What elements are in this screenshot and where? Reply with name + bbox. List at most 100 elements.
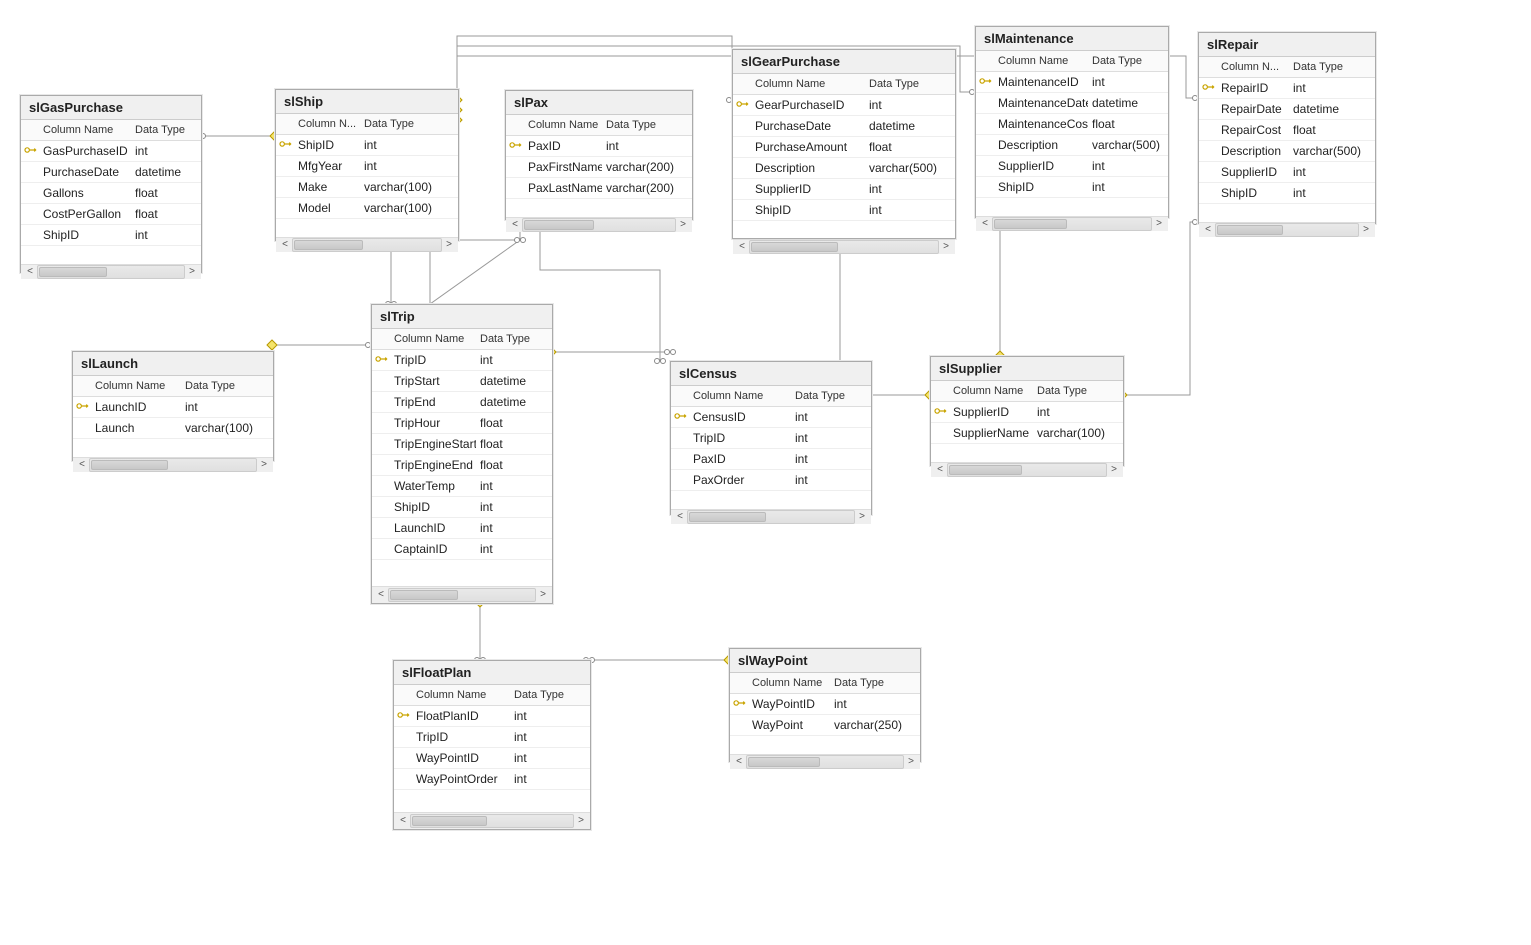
column-row[interactable]: ShipIDint (1199, 183, 1375, 204)
entity-title[interactable]: slSupplier (931, 357, 1123, 381)
column-row[interactable]: MaintenanceCostfloat (976, 114, 1168, 135)
scroll-left-icon[interactable]: < (23, 266, 37, 278)
column-row[interactable]: GearPurchaseIDint (733, 95, 955, 116)
scroll-thumb[interactable] (294, 240, 363, 250)
scroll-thumb[interactable] (390, 590, 458, 600)
scroll-right-icon[interactable]: > (442, 239, 456, 251)
column-row[interactable]: ShipIDint (976, 177, 1168, 198)
entity-title[interactable]: slShip (276, 90, 458, 114)
scroll-left-icon[interactable]: < (735, 241, 749, 253)
scroll-right-icon[interactable]: > (574, 815, 588, 827)
scroll-track[interactable] (522, 218, 676, 232)
column-row[interactable]: MaintenanceDatedatetime (976, 93, 1168, 114)
horizontal-scrollbar[interactable]: <> (394, 812, 590, 829)
entity-pax[interactable]: slPaxColumn NameData TypePaxIDintPaxFirs… (505, 90, 693, 220)
column-row[interactable]: Descriptionvarchar(500) (1199, 141, 1375, 162)
column-row[interactable]: ShipIDint (733, 200, 955, 221)
column-row[interactable]: PaxLastNamevarchar(200) (506, 178, 692, 199)
scroll-right-icon[interactable]: > (904, 756, 918, 768)
column-row[interactable]: WaterTempint (372, 476, 552, 497)
entity-gasPurchase[interactable]: slGasPurchaseColumn NameData TypeGasPurc… (20, 95, 202, 273)
scroll-track[interactable] (749, 240, 939, 254)
column-row[interactable]: TripIDint (394, 727, 590, 748)
entity-title[interactable]: slPax (506, 91, 692, 115)
scroll-thumb[interactable] (994, 219, 1067, 229)
column-row[interactable]: PurchaseAmountfloat (733, 137, 955, 158)
scroll-thumb[interactable] (689, 512, 766, 522)
column-row[interactable]: SupplierIDint (1199, 162, 1375, 183)
scroll-track[interactable] (1215, 223, 1359, 237)
scroll-right-icon[interactable]: > (1359, 224, 1373, 236)
column-row[interactable]: PaxOrderint (671, 470, 871, 491)
scroll-right-icon[interactable]: > (939, 241, 953, 253)
horizontal-scrollbar[interactable]: <> (976, 216, 1168, 231)
entity-supplier[interactable]: slSupplierColumn NameData TypeSupplierID… (930, 356, 1124, 466)
scroll-right-icon[interactable]: > (536, 589, 550, 601)
column-row[interactable]: PurchaseDatedatetime (733, 116, 955, 137)
scroll-track[interactable] (292, 238, 442, 252)
column-row[interactable]: SupplierIDint (931, 402, 1123, 423)
column-row[interactable]: Modelvarchar(100) (276, 198, 458, 219)
entity-gearPurchase[interactable]: slGearPurchaseColumn NameData TypeGearPu… (732, 49, 956, 239)
scroll-left-icon[interactable]: < (673, 511, 687, 523)
column-row[interactable]: CensusIDint (671, 407, 871, 428)
column-row[interactable]: LaunchIDint (73, 397, 273, 418)
entity-title[interactable]: slTrip (372, 305, 552, 329)
column-row[interactable]: PurchaseDatedatetime (21, 162, 201, 183)
column-row[interactable]: SupplierNamevarchar(100) (931, 423, 1123, 444)
scroll-thumb[interactable] (1217, 225, 1283, 235)
entity-title[interactable]: slLaunch (73, 352, 273, 376)
column-row[interactable]: ShipIDint (21, 225, 201, 246)
column-row[interactable]: MaintenanceIDint (976, 72, 1168, 93)
column-row[interactable]: TripEnddatetime (372, 392, 552, 413)
column-row[interactable]: PaxIDint (506, 136, 692, 157)
scroll-thumb[interactable] (524, 220, 594, 230)
scroll-left-icon[interactable]: < (396, 815, 410, 827)
entity-title[interactable]: slMaintenance (976, 27, 1168, 51)
horizontal-scrollbar[interactable]: <> (671, 509, 871, 524)
entity-title[interactable]: slCensus (671, 362, 871, 386)
scroll-track[interactable] (388, 588, 536, 602)
entity-floatPlan[interactable]: slFloatPlanColumn NameData TypeFloatPlan… (393, 660, 591, 830)
scroll-track[interactable] (746, 755, 904, 769)
column-row[interactable]: ShipIDint (372, 497, 552, 518)
horizontal-scrollbar[interactable]: <> (931, 462, 1123, 477)
scroll-thumb[interactable] (949, 465, 1022, 475)
scroll-left-icon[interactable]: < (75, 459, 89, 471)
column-row[interactable]: ShipIDint (276, 135, 458, 156)
column-row[interactable]: Gallonsfloat (21, 183, 201, 204)
column-row[interactable]: Makevarchar(100) (276, 177, 458, 198)
scroll-track[interactable] (89, 458, 257, 472)
entity-title[interactable]: slFloatPlan (394, 661, 590, 685)
column-row[interactable]: CostPerGallonfloat (21, 204, 201, 225)
entity-launch[interactable]: slLaunchColumn NameData TypeLaunchIDintL… (72, 351, 274, 461)
column-row[interactable]: RepairDatedatetime (1199, 99, 1375, 120)
column-row[interactable]: TripIDint (671, 428, 871, 449)
scroll-left-icon[interactable]: < (278, 239, 292, 251)
column-row[interactable]: TripEngineStartfloat (372, 434, 552, 455)
entity-wayPoint[interactable]: slWayPointColumn NameData TypeWayPointID… (729, 648, 921, 762)
column-row[interactable]: SupplierIDint (976, 156, 1168, 177)
column-row[interactable]: CaptainIDint (372, 539, 552, 560)
entity-title[interactable]: slGearPurchase (733, 50, 955, 74)
column-row[interactable]: SupplierIDint (733, 179, 955, 200)
column-row[interactable]: LaunchIDint (372, 518, 552, 539)
horizontal-scrollbar[interactable]: <> (276, 237, 458, 252)
horizontal-scrollbar[interactable]: <> (372, 586, 552, 603)
column-row[interactable]: Descriptionvarchar(500) (976, 135, 1168, 156)
scroll-right-icon[interactable]: > (257, 459, 271, 471)
scroll-left-icon[interactable]: < (732, 756, 746, 768)
column-row[interactable]: TripIDint (372, 350, 552, 371)
scroll-track[interactable] (37, 265, 185, 279)
horizontal-scrollbar[interactable]: <> (73, 457, 273, 472)
scroll-right-icon[interactable]: > (1107, 464, 1121, 476)
scroll-thumb[interactable] (748, 757, 820, 767)
entity-census[interactable]: slCensusColumn NameData TypeCensusIDintT… (670, 361, 872, 515)
horizontal-scrollbar[interactable]: <> (730, 754, 920, 769)
column-row[interactable]: Launchvarchar(100) (73, 418, 273, 439)
column-row[interactable]: GasPurchaseIDint (21, 141, 201, 162)
column-row[interactable]: Descriptionvarchar(500) (733, 158, 955, 179)
column-row[interactable]: WayPointIDint (730, 694, 920, 715)
scroll-right-icon[interactable]: > (1152, 218, 1166, 230)
horizontal-scrollbar[interactable]: <> (506, 217, 692, 232)
